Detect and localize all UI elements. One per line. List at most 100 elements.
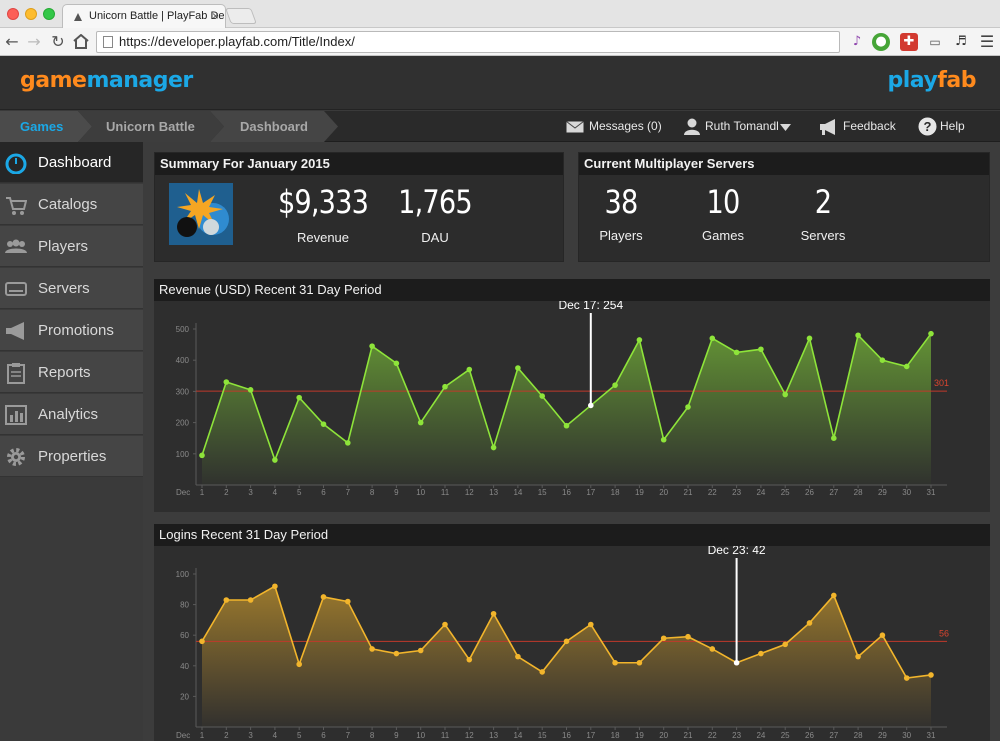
analytics-icon xyxy=(5,405,27,425)
x-tick-label: 18 xyxy=(611,731,620,740)
sidebar-item-players[interactable]: Players xyxy=(0,226,143,267)
series-area xyxy=(202,586,931,727)
dau-label: DAU xyxy=(421,230,449,245)
breadcrumb: Games Unicorn Battle Dashboard Messages … xyxy=(0,111,1000,142)
browser-tab-strip: Unicorn Battle | PlayFab De × xyxy=(0,0,1000,28)
sidebar-item-servers[interactable]: Servers xyxy=(0,268,143,309)
user-menu[interactable]: Ruth Tomandl xyxy=(684,111,791,142)
sidebar-item-analytics[interactable]: Analytics xyxy=(0,394,143,435)
logins-chart[interactable]: 20406080100Dec 1 2 3 4 5 6 7 8 9 10 11 12 13 14 15 16 17 1… xyxy=(154,546,990,741)
messages-link[interactable]: Messages (0) xyxy=(566,111,662,142)
feedback-link[interactable]: Feedback xyxy=(819,111,896,142)
sidebar-item-promotions[interactable]: Promotions xyxy=(0,310,143,351)
breadcrumb-games[interactable]: Games xyxy=(20,111,63,142)
data-point xyxy=(709,335,716,342)
hover-marker-label: Dec 23: 42 xyxy=(708,546,766,557)
data-point xyxy=(247,387,254,393)
multiplayer-servers-panel: Current Multiplayer Servers 38 Players 1… xyxy=(578,152,990,262)
x-axis-month-label: Dec xyxy=(176,731,190,740)
average-label: 56 xyxy=(939,628,949,638)
y-tick-label: 80 xyxy=(180,601,189,610)
logo-left-part-b: manager xyxy=(86,68,193,93)
new-tab-button[interactable] xyxy=(225,8,257,24)
svg-text:?: ? xyxy=(924,119,932,134)
x-tick-label: 14 xyxy=(513,488,522,497)
x-tick-label: 6 xyxy=(321,731,326,740)
sidebar-item-label: Dashboard xyxy=(38,154,112,171)
home-icon[interactable] xyxy=(73,34,89,49)
data-point xyxy=(903,363,910,370)
music-note-icon[interactable]: ♪ xyxy=(848,33,866,51)
breadcrumb-unicorn-battle[interactable]: Unicorn Battle xyxy=(106,111,195,142)
window-close-button[interactable] xyxy=(7,8,19,20)
x-tick-label: 13 xyxy=(489,488,498,497)
data-point xyxy=(733,659,740,666)
x-tick-label: 2 xyxy=(224,731,229,740)
data-point xyxy=(636,337,643,343)
x-tick-label: 15 xyxy=(538,731,547,740)
sidebar-item-label: Catalogs xyxy=(38,196,98,213)
revenue-chart[interactable]: 100200300400500Dec 1 2 3 4 5 6 7 8 9 10 11 12 13 14 15 1… xyxy=(154,301,990,512)
y-tick-label: 40 xyxy=(180,662,189,671)
address-bar[interactable]: https://developer.playfab.com/Title/Inde… xyxy=(96,31,840,53)
x-tick-label: 23 xyxy=(732,488,741,497)
data-point xyxy=(223,379,230,385)
back-arrow-icon[interactable]: ← xyxy=(2,32,22,52)
data-point xyxy=(928,672,934,678)
x-tick-label: 3 xyxy=(248,488,253,497)
cart-icon xyxy=(6,197,27,215)
browser-tab[interactable]: Unicorn Battle | PlayFab De × xyxy=(62,4,226,28)
window-zoom-button[interactable] xyxy=(43,8,55,20)
data-point xyxy=(806,620,813,626)
data-point xyxy=(272,457,278,463)
y-tick-label: 500 xyxy=(176,325,190,334)
server-icon xyxy=(5,282,27,296)
cast-icon[interactable]: ▭ xyxy=(926,33,944,51)
revenue-label: Revenue xyxy=(296,230,350,245)
sidebar-item-properties[interactable]: Properties xyxy=(0,436,143,477)
window-minimize-button[interactable] xyxy=(25,8,37,20)
sidebar-item-dashboard[interactable]: Dashboard xyxy=(0,142,143,183)
lastpass-extension-icon[interactable]: ✚ xyxy=(900,33,918,51)
unicorn-favicon-icon xyxy=(74,13,82,21)
data-point xyxy=(782,391,788,398)
gamemanager-logo[interactable]: gamemanager xyxy=(20,68,193,93)
data-point xyxy=(612,382,618,388)
logo-left-part-a: game xyxy=(20,68,87,93)
data-point xyxy=(442,621,448,628)
x-tick-label: 22 xyxy=(708,488,717,497)
megaphone-icon xyxy=(6,322,24,340)
x-tick-label: 4 xyxy=(273,488,278,497)
envelope-icon xyxy=(566,121,584,133)
mute-icon[interactable]: ♬ xyxy=(952,33,970,51)
dashboard-icon xyxy=(5,153,27,174)
ghost-extension-icon[interactable]: ● xyxy=(872,33,890,51)
revenue-chart-title: Revenue (USD) Recent 31 Day Period xyxy=(154,279,990,301)
data-point xyxy=(296,661,302,668)
breadcrumb-dashboard[interactable]: Dashboard xyxy=(240,111,308,142)
y-tick-label: 100 xyxy=(176,450,190,459)
x-tick-label: 9 xyxy=(394,731,399,740)
data-point xyxy=(563,422,570,429)
forward-arrow-icon[interactable]: → xyxy=(24,32,44,52)
x-tick-label: 15 xyxy=(538,488,547,497)
data-point xyxy=(320,421,327,427)
y-tick-label: 100 xyxy=(176,570,190,579)
reload-icon[interactable]: ↻ xyxy=(48,32,68,52)
x-tick-label: 6 xyxy=(321,488,326,497)
sidebar-item-label: Properties xyxy=(38,448,107,465)
menu-icon[interactable]: ☰ xyxy=(978,33,996,51)
data-point xyxy=(369,646,375,652)
sidebar-item-catalogs[interactable]: Catalogs xyxy=(0,184,143,225)
tab-close-icon[interactable]: × xyxy=(212,9,219,23)
x-tick-label: 7 xyxy=(346,731,351,740)
help-link[interactable]: ? Help xyxy=(918,111,965,142)
playfab-logo[interactable]: playfab xyxy=(888,68,977,93)
servers-value: 2 xyxy=(814,183,832,221)
sidebar-item-reports[interactable]: Reports xyxy=(0,352,143,393)
players-value: 38 xyxy=(604,183,639,221)
data-point xyxy=(393,650,400,657)
x-tick-label: 19 xyxy=(635,488,644,497)
logins-chart-title: Logins Recent 31 Day Period xyxy=(154,524,990,546)
data-point xyxy=(369,343,375,349)
